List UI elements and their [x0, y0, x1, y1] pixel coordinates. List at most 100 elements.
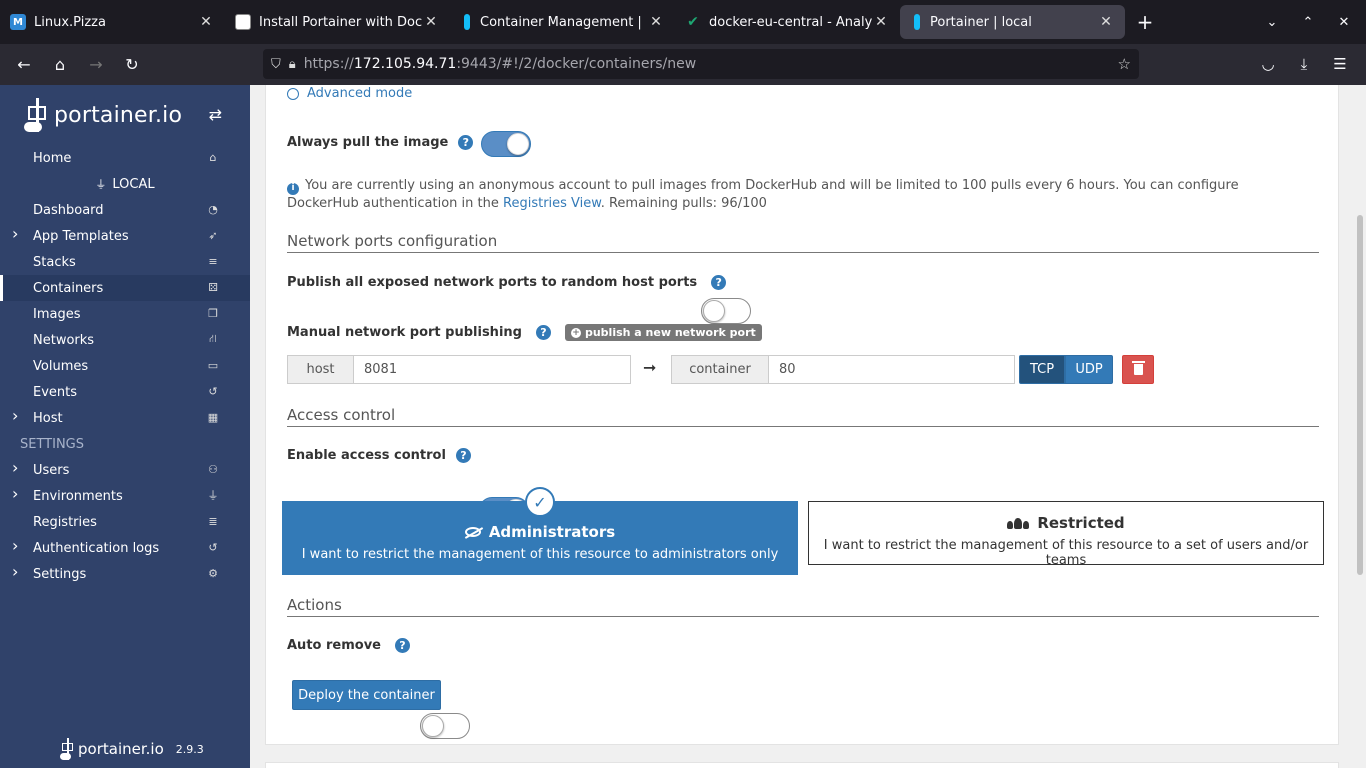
close-tab-icon[interactable]: ✕	[197, 14, 215, 30]
lock-icon[interactable]: 🔒︎	[289, 57, 296, 72]
page-favicon-icon	[235, 14, 251, 30]
portainer-footer-logo-icon	[60, 738, 76, 760]
sidebar-item-label: Images	[33, 306, 81, 322]
close-tab-icon[interactable]: ✕	[872, 14, 890, 30]
reload-icon[interactable]: ↻	[114, 49, 150, 81]
close-tab-icon[interactable]: ✕	[1097, 14, 1115, 30]
close-tab-icon[interactable]: ✕	[647, 14, 665, 30]
manual-publishing-label: Manual network port publishing ? + publis…	[287, 324, 762, 341]
chevron-right-icon[interactable]: ›	[12, 406, 18, 425]
sidebar-item-volumes[interactable]: Volumes ▭	[0, 353, 250, 379]
udp-button[interactable]: UDP	[1065, 355, 1113, 384]
home-icon[interactable]: ⌂	[42, 49, 78, 81]
sidebar-item-home[interactable]: Home ⌂	[0, 145, 250, 171]
advanced-mode-label: Advanced mode	[307, 86, 413, 101]
maximize-icon[interactable]: ⌃	[1294, 15, 1322, 30]
sidebar-item-networks[interactable]: Networks ⛙	[0, 327, 250, 353]
sidebar-item-stacks[interactable]: Stacks ≡	[0, 249, 250, 275]
host-port-input[interactable]: 8081	[354, 355, 631, 384]
window-controls: ⌄ ⌃ ✕	[1258, 0, 1366, 44]
sidebar-item-label: App Templates	[33, 228, 129, 244]
always-pull-toggle[interactable]	[481, 131, 531, 157]
sidebar-item-environments[interactable]: › Environments ⏚	[0, 483, 250, 509]
arrow-right-icon: ➞	[643, 358, 657, 377]
chevron-right-icon[interactable]: ›	[12, 562, 18, 581]
chevron-right-icon[interactable]: ›	[12, 458, 18, 477]
help-icon[interactable]: ?	[535, 325, 551, 340]
help-icon[interactable]: ?	[711, 275, 727, 290]
sidebar-item-users[interactable]: › Users ⚇	[0, 457, 250, 483]
list-all-tabs-icon[interactable]: ⌄	[1258, 15, 1286, 30]
shield-icon[interactable]: ⛉	[271, 57, 281, 72]
info-icon: i	[287, 182, 299, 195]
chevron-right-icon[interactable]: ›	[12, 484, 18, 503]
browser-tab[interactable]: Install Portainer with Dock ✕	[225, 0, 450, 44]
help-icon[interactable]: ?	[394, 638, 410, 653]
close-window-icon[interactable]: ✕	[1330, 15, 1358, 30]
chevron-right-icon[interactable]: ›	[12, 536, 18, 555]
restricted-option[interactable]: Restricted I want to restrict the manage…	[808, 501, 1324, 568]
plug-icon: ⏚	[207, 489, 219, 502]
browser-tab[interactable]: Container Management | ✕	[450, 0, 675, 44]
downloads-icon[interactable]: ⤓	[1286, 48, 1322, 80]
sidebar-item-images[interactable]: Images ❐	[0, 301, 250, 327]
container-port-input[interactable]: 80	[769, 355, 1015, 384]
sidebar-item-registries[interactable]: Registries ≣	[0, 509, 250, 535]
auto-remove-toggle[interactable]	[420, 713, 470, 739]
sidebar-item-label: Settings	[33, 566, 87, 582]
form-card: Advanced mode Always pull the image ? iY…	[265, 85, 1339, 745]
page-scrollbar[interactable]	[1354, 85, 1366, 768]
browser-nav-bar: ← ⌂ → ↻ ⛉ 🔒︎ https://172.105.94.71:9443/…	[0, 44, 1366, 85]
menu-icon[interactable]: ☰	[1322, 48, 1358, 80]
deploy-container-button[interactable]: Deploy the container	[292, 680, 441, 710]
help-icon[interactable]: ?	[455, 448, 471, 463]
registries-view-link[interactable]: Registries View	[503, 196, 601, 211]
remove-port-button[interactable]	[1122, 355, 1154, 384]
tab-title: Linux.Pizza	[34, 14, 106, 30]
option-desc: I want to restrict the management of thi…	[301, 547, 779, 562]
close-tab-icon[interactable]: ✕	[422, 14, 440, 30]
sidebar-item-label: Dashboard	[33, 202, 104, 218]
sidebar-item-settings[interactable]: › Settings ⚙	[0, 561, 250, 587]
switch-environment-icon[interactable]: ⇄	[209, 105, 222, 124]
scrollbar-thumb[interactable]	[1357, 215, 1363, 575]
back-icon[interactable]: ←	[6, 49, 42, 81]
button-label: publish a new network port	[584, 326, 756, 339]
tab-title: Container Management |	[480, 14, 642, 30]
option-title: Administrators	[488, 523, 616, 541]
url-bar[interactable]: ⛉ 🔒︎ https://172.105.94.71:9443/#!/2/doc…	[263, 49, 1139, 79]
tcp-button[interactable]: TCP	[1019, 355, 1065, 384]
history-icon: ↺	[208, 384, 218, 398]
publish-new-port-button[interactable]: + publish a new network port	[564, 324, 762, 341]
list-icon: ≡	[208, 254, 218, 268]
sidebar-item-host[interactable]: › Host ▦	[0, 405, 250, 431]
portainer-logo[interactable]: portainer.io ⇄	[0, 85, 250, 145]
sidebar-item-authentication-logs[interactable]: › Authentication logs ↺	[0, 535, 250, 561]
browser-tab-active[interactable]: Portainer | local ✕	[900, 5, 1125, 39]
sidebar-item-label: Containers	[33, 280, 104, 296]
dockerhub-info: i You are currently using an anonymous ac…	[287, 177, 1267, 212]
bookmark-star-icon[interactable]: ☆	[1118, 55, 1131, 73]
sidebar-item-label: Volumes	[33, 358, 89, 374]
new-tab-icon[interactable]: +	[1125, 10, 1165, 34]
container-port-group: container 80	[671, 355, 1015, 384]
publish-all-toggle[interactable]	[701, 298, 751, 324]
portainer-favicon-icon	[464, 14, 470, 30]
url-text[interactable]: https://172.105.94.71:9443/#!/2/docker/c…	[304, 56, 1118, 72]
pocket-icon[interactable]: ◡	[1250, 48, 1286, 80]
help-icon[interactable]: ?	[458, 135, 474, 150]
label-text: Publish all exposed network ports to ran…	[287, 275, 698, 290]
browser-tab[interactable]: M Linux.Pizza ✕	[0, 0, 225, 44]
forward-icon[interactable]: →	[78, 49, 114, 81]
sidebar-item-events[interactable]: Events ↺	[0, 379, 250, 405]
sidebar-item-app-templates[interactable]: › App Templates ➶	[0, 223, 250, 249]
advanced-mode-link[interactable]: Advanced mode	[287, 86, 412, 101]
browser-tab[interactable]: ✔ docker-eu-central - Analytic ✕	[675, 0, 900, 44]
settings-heading: SETTINGS	[20, 436, 85, 452]
sidebar-item-containers[interactable]: Containers ⚄	[0, 275, 250, 301]
tab-title: Install Portainer with Dock	[259, 14, 422, 30]
label-text: Auto remove	[287, 638, 381, 653]
sidebar-item-dashboard[interactable]: Dashboard ◔	[0, 197, 250, 223]
chevron-right-icon[interactable]: ›	[12, 224, 18, 243]
portainer-logo-icon	[24, 98, 50, 132]
